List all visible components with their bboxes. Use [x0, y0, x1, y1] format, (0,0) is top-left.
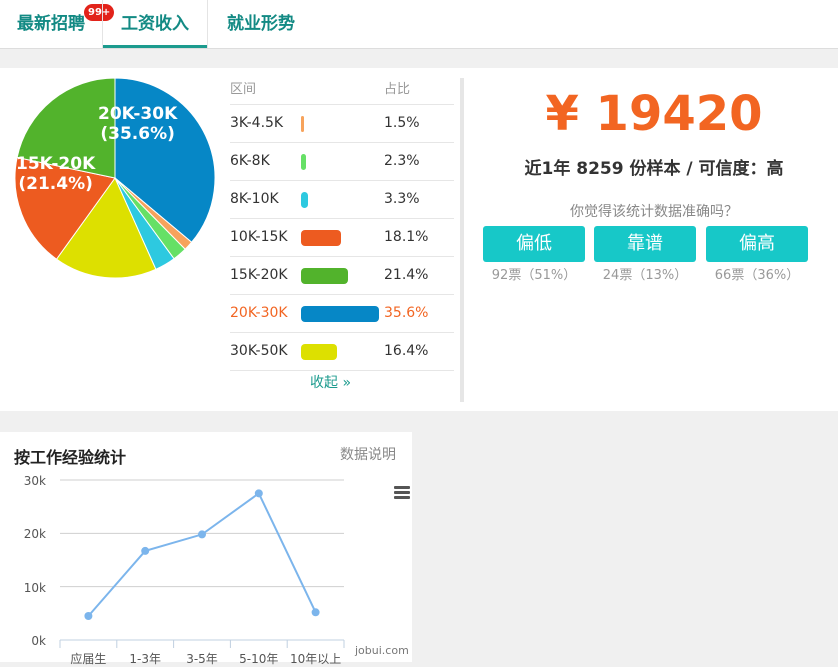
data-point[interactable]	[254, 489, 263, 498]
data-point[interactable]	[84, 612, 93, 620]
header-ratio: 占比	[384, 82, 411, 97]
tab-label: 最新招聘	[17, 14, 85, 34]
vote-low-button[interactable]: 偏低	[483, 226, 585, 262]
salary-distribution-card: 20K-30K (35.6%) 15K-20K (21.4%) 区间 占比 3K…	[0, 68, 838, 411]
tab-latest-jobs[interactable]: 最新招聘	[12, 0, 90, 48]
ratio-bar	[301, 344, 337, 360]
header-range: 区间	[230, 82, 257, 97]
table-row: 15K-20K 21.4%	[230, 257, 454, 295]
accuracy-question: 你觉得该统计数据准确吗？	[570, 204, 738, 220]
ratio-bar	[301, 116, 305, 132]
range-label: 10K-15K	[230, 229, 288, 245]
average-salary: ¥ 19420	[545, 86, 763, 142]
x-tick-label: 10年以上	[289, 652, 342, 666]
chart-credit: jobui.com	[355, 644, 409, 657]
data-point[interactable]	[311, 608, 320, 617]
pie-label-15k-20k: 15K-20K (21.4%)	[16, 154, 96, 194]
vote-accurate-count: 24票（13%）	[602, 268, 688, 283]
ratio-bar	[301, 306, 379, 322]
ratio-value: 21.4%	[384, 267, 429, 283]
experience-chart-card: 按工作经验统计 数据说明 30k 20k 10k 0k 应届生 1-3年 3-5年 5…	[0, 432, 412, 666]
x-tick-label: 3-5年	[186, 652, 218, 666]
pie-label-20k-30k: 20K-30K (35.6%)	[98, 104, 178, 144]
table-row: 8K-10K 3.3%	[230, 181, 454, 219]
range-label: 3K-4.5K	[230, 115, 284, 131]
collapse-link[interactable]: 收起 »	[310, 372, 351, 392]
ratio-bar	[301, 154, 307, 170]
ratio-value: 2.3%	[384, 153, 420, 169]
x-tick-label: 5-10年	[239, 652, 279, 666]
tab-label: 工资收入	[121, 14, 189, 34]
ratio-value: 16.4%	[384, 343, 429, 359]
salary-pie-chart: 20K-30K (35.6%) 15K-20K (21.4%)	[10, 76, 220, 286]
divider	[460, 78, 464, 402]
ratio-value: 18.1%	[384, 229, 429, 245]
table-row: 6K-8K 2.3%	[230, 143, 454, 181]
x-tick-label: 应届生	[70, 652, 107, 666]
ratio-value: 1.5%	[384, 115, 420, 131]
vote-high-button[interactable]: 偏高	[706, 226, 808, 262]
tab-bar: 最新招聘 99+ 工资收入 就业形势	[0, 0, 838, 49]
range-label: 30K-50K	[230, 343, 288, 359]
data-point[interactable]	[198, 530, 206, 539]
range-label: 20K-30K	[230, 305, 288, 321]
range-label: 15K-20K	[230, 267, 288, 283]
ratio-value: 35.6%	[384, 305, 429, 321]
ratio-value: 3.3%	[384, 191, 420, 207]
x-tick-label: 1-3年	[129, 652, 161, 666]
ratio-bar	[301, 192, 309, 208]
table-row: 10K-15K 18.1%	[230, 219, 454, 257]
data-point[interactable]	[141, 546, 150, 555]
line-chart-svg	[59, 479, 345, 648]
table-row: 3K-4.5K 1.5%	[230, 105, 454, 143]
range-label: 6K-8K	[230, 153, 270, 169]
range-label: 8K-10K	[230, 191, 279, 207]
vote-high-count: 66票（36%）	[714, 268, 800, 283]
tab-salary-income[interactable]: 工资收入	[102, 0, 208, 48]
table-header: 区间 占比	[230, 76, 454, 105]
vote-low-count: 92票（51%）	[491, 268, 577, 283]
table-row: 20K-30K 35.6%	[230, 295, 454, 333]
sample-info: 近1年 8259 份样本 / 可信度：高	[524, 159, 784, 179]
tab-employment-trend[interactable]: 就业形势	[222, 0, 300, 48]
tab-label: 就业形势	[227, 14, 295, 34]
ratio-bar	[301, 230, 341, 246]
series-line	[87, 491, 317, 617]
table-row: 30K-50K 16.4%	[230, 333, 454, 371]
ratio-bar	[301, 268, 348, 284]
salary-range-table: 区间 占比 3K-4.5K 1.5% 6K-8K 2.3% 8K-10K 3.3% 10K-…	[230, 76, 454, 391]
vote-accurate-button[interactable]: 靠谱	[594, 226, 696, 262]
